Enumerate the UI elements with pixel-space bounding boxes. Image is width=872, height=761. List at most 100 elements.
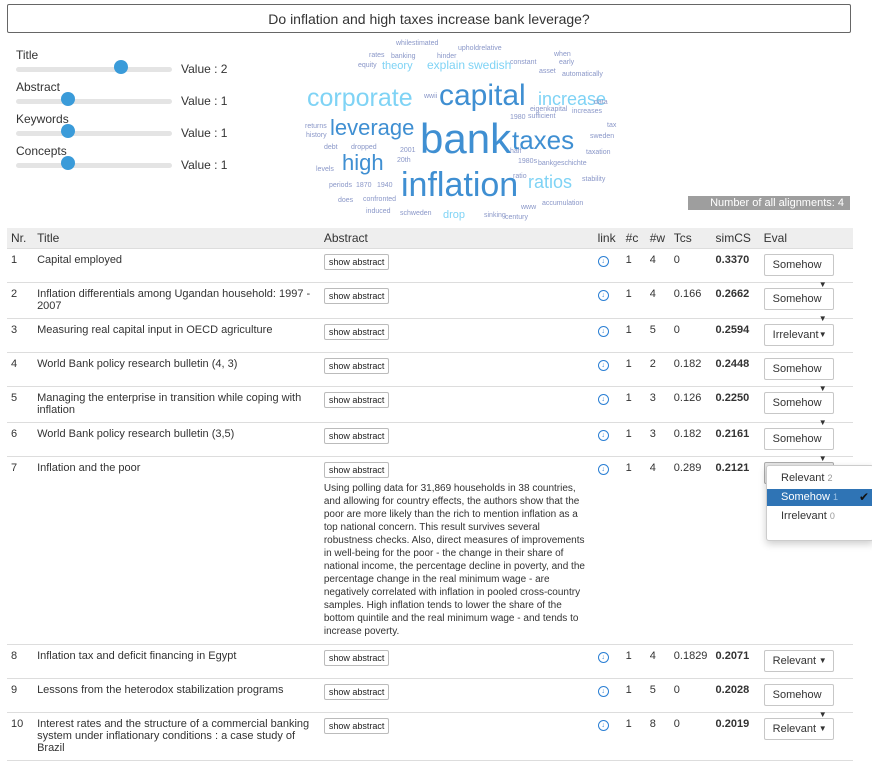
row-c: 1 (621, 422, 646, 457)
download-link-icon[interactable]: ↓ (597, 256, 609, 267)
row-eval: Relevant ▼ (759, 712, 853, 761)
cloud-word: capital (439, 79, 526, 112)
table-header: Nr. Title Abstract link #c #w Tcs simCS … (7, 228, 853, 249)
eval-select-button[interactable]: Relevant ▼ (763, 650, 834, 672)
eval-select-button[interactable]: Relevant ▼ (763, 718, 834, 740)
eval-value: Irrelevant (772, 329, 819, 341)
row-tcs: 0.182 (669, 422, 712, 457)
row-link: ↓ (593, 282, 622, 319)
slider-track[interactable] (16, 99, 172, 104)
row-title: Measuring real capital input in OECD agr… (33, 318, 320, 353)
slider-thumb[interactable] (61, 92, 75, 106)
row-nr: 4 (7, 352, 34, 387)
cloud-word: returns (305, 123, 327, 130)
row-title: World Bank policy research bulletin (3,5… (33, 422, 320, 457)
cloud-word: swedish (468, 58, 512, 72)
show-abstract-button[interactable]: show abstract (323, 288, 390, 304)
slider-track[interactable] (16, 67, 172, 72)
dropdown-item-somehow[interactable]: Somehow 1 ✔ (767, 489, 872, 506)
cloud-word: banking (391, 53, 416, 60)
download-link-icon[interactable]: ↓ (597, 652, 609, 663)
download-link-icon[interactable]: ↓ (597, 430, 609, 441)
row-simcs: 0.2594 (711, 318, 760, 353)
slider-thumb[interactable] (61, 124, 75, 138)
cloud-word: 1980 (510, 114, 526, 121)
show-abstract-button[interactable]: show abstract (323, 324, 390, 340)
slider-concepts[interactable]: Concepts Value : 1 (16, 144, 276, 176)
cloud-word: high (342, 150, 384, 175)
show-abstract-button[interactable]: show abstract (323, 684, 390, 700)
row-nr: 5 (7, 386, 34, 423)
dropdown-item-count: 0 (829, 511, 835, 521)
col-eval: Eval (759, 228, 853, 249)
eval-select-button[interactable]: Somehow▼ (763, 684, 834, 719)
eval-select-button[interactable]: Somehow▼ (763, 392, 834, 427)
cloud-word: 1940 (377, 182, 393, 189)
col-abstract: Abstract (319, 228, 594, 249)
row-tcs: 0 (669, 248, 712, 283)
eval-select-button[interactable]: Somehow▼ (763, 288, 834, 323)
word-cloud: whilestimated upholdrelative when rates bank… (296, 40, 626, 226)
dropdown-item-relevant[interactable]: Relevant 2 (767, 470, 872, 487)
download-link-icon[interactable]: ↓ (597, 720, 609, 731)
row-simcs: 0.2028 (711, 678, 760, 713)
row-eval: Somehow▼ (759, 352, 853, 393)
row-abstract: show abstract (319, 282, 594, 319)
row-w: 4 (645, 282, 670, 319)
cloud-word: history (306, 132, 327, 139)
row-link: ↓ (593, 386, 622, 423)
download-link-icon[interactable]: ↓ (597, 290, 609, 301)
slider-keywords[interactable]: Keywords Value : 1 (16, 112, 276, 144)
row-tcs: 0 (669, 318, 712, 353)
show-abstract-button[interactable]: show abstract (323, 428, 390, 444)
cloud-word: leverage (330, 115, 415, 140)
download-link-icon[interactable]: ↓ (597, 326, 609, 337)
show-abstract-button[interactable]: show abstract (323, 462, 390, 478)
eval-select-button[interactable]: Irrelevant ▼ (763, 324, 834, 346)
download-link-icon[interactable]: ↓ (597, 464, 609, 475)
eval-value: Somehow (772, 259, 822, 271)
row-w: 5 (645, 678, 670, 713)
row-simcs: 0.2662 (711, 282, 760, 319)
slider-title[interactable]: Title Value : 2 (16, 48, 276, 80)
slider-thumb[interactable] (61, 156, 75, 170)
slider-track[interactable] (16, 131, 172, 136)
eval-select-button[interactable]: Somehow▼ (763, 428, 834, 463)
caret-down-icon: ▼ (818, 656, 827, 665)
slider-label: Keywords (16, 112, 69, 126)
col-w: #w (645, 228, 670, 249)
download-link-icon[interactable]: ↓ (597, 686, 609, 697)
cloud-word: levels (316, 166, 334, 173)
cloud-word: eigenkapital (530, 106, 568, 113)
row-eval: Somehow▼ (759, 248, 853, 289)
show-abstract-button[interactable]: show abstract (323, 718, 390, 734)
cloud-word: data (594, 99, 608, 106)
row-eval: Somehow▼ (759, 422, 853, 463)
slider-thumb[interactable] (114, 60, 128, 74)
table-row: 10 Interest rates and the structure of a … (7, 712, 853, 761)
slider-abstract[interactable]: Abstract Value : 1 (16, 80, 276, 112)
show-abstract-button[interactable]: show abstract (323, 358, 390, 374)
download-link-icon[interactable]: ↓ (597, 394, 609, 405)
row-w: 8 (645, 712, 670, 761)
show-abstract-button[interactable]: show abstract (323, 650, 390, 666)
show-abstract-button[interactable]: show abstract (323, 392, 390, 408)
row-simcs: 0.3370 (711, 248, 760, 283)
dropdown-item-irrelevant[interactable]: Irrelevant 0 (767, 508, 872, 525)
row-link: ↓ (593, 644, 622, 679)
eval-select-button[interactable]: Somehow▼ (763, 358, 834, 393)
cloud-word: corporate (307, 84, 413, 112)
row-w: 3 (645, 422, 670, 457)
eval-select-button[interactable]: Somehow▼ (763, 254, 834, 289)
caret-down-icon: ▼ (818, 724, 827, 733)
slider-track[interactable] (16, 163, 172, 168)
eval-value: Relevant (772, 655, 817, 667)
row-title: Inflation and the poor (33, 456, 320, 645)
row-w: 4 (645, 248, 670, 283)
download-link-icon[interactable]: ↓ (597, 360, 609, 371)
eval-value: Somehow (772, 397, 822, 409)
show-abstract-button[interactable]: show abstract (323, 254, 390, 270)
row-simcs: 0.2448 (711, 352, 760, 387)
row-link: ↓ (593, 318, 622, 353)
row-c: 1 (621, 712, 646, 761)
